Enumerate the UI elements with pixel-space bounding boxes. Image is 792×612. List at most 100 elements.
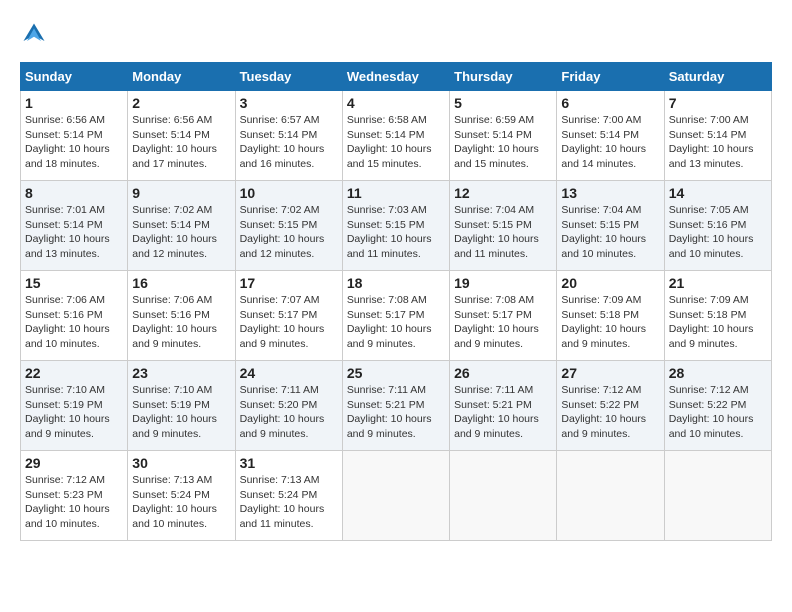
day-info: Sunrise: 7:07 AM Sunset: 5:17 PM Dayligh… (240, 293, 338, 352)
day-number: 31 (240, 455, 338, 471)
calendar-cell: 22 Sunrise: 7:10 AM Sunset: 5:19 PM Dayli… (21, 361, 128, 451)
day-number: 5 (454, 95, 552, 111)
day-number: 13 (561, 185, 659, 201)
week-row-1: 1 Sunrise: 6:56 AM Sunset: 5:14 PM Daylig… (21, 91, 772, 181)
day-info: Sunrise: 7:06 AM Sunset: 5:16 PM Dayligh… (25, 293, 123, 352)
header-friday: Friday (557, 63, 664, 91)
week-row-3: 15 Sunrise: 7:06 AM Sunset: 5:16 PM Dayli… (21, 271, 772, 361)
day-number: 1 (25, 95, 123, 111)
day-number: 4 (347, 95, 445, 111)
day-info: Sunrise: 7:09 AM Sunset: 5:18 PM Dayligh… (669, 293, 767, 352)
calendar-cell: 2 Sunrise: 6:56 AM Sunset: 5:14 PM Daylig… (128, 91, 235, 181)
day-number: 24 (240, 365, 338, 381)
day-number: 17 (240, 275, 338, 291)
day-info: Sunrise: 7:10 AM Sunset: 5:19 PM Dayligh… (132, 383, 230, 442)
day-number: 10 (240, 185, 338, 201)
calendar-cell: 5 Sunrise: 6:59 AM Sunset: 5:14 PM Daylig… (450, 91, 557, 181)
day-number: 2 (132, 95, 230, 111)
day-number: 29 (25, 455, 123, 471)
header-saturday: Saturday (664, 63, 771, 91)
calendar-cell: 21 Sunrise: 7:09 AM Sunset: 5:18 PM Dayli… (664, 271, 771, 361)
day-number: 14 (669, 185, 767, 201)
calendar-cell: 20 Sunrise: 7:09 AM Sunset: 5:18 PM Dayli… (557, 271, 664, 361)
calendar-cell: 18 Sunrise: 7:08 AM Sunset: 5:17 PM Dayli… (342, 271, 449, 361)
calendar-cell (664, 451, 771, 541)
calendar-cell: 16 Sunrise: 7:06 AM Sunset: 5:16 PM Dayli… (128, 271, 235, 361)
day-number: 15 (25, 275, 123, 291)
day-number: 16 (132, 275, 230, 291)
header-row: SundayMondayTuesdayWednesdayThursdayFrid… (21, 63, 772, 91)
calendar-cell: 26 Sunrise: 7:11 AM Sunset: 5:21 PM Dayli… (450, 361, 557, 451)
day-number: 3 (240, 95, 338, 111)
day-info: Sunrise: 7:11 AM Sunset: 5:21 PM Dayligh… (454, 383, 552, 442)
day-info: Sunrise: 7:08 AM Sunset: 5:17 PM Dayligh… (347, 293, 445, 352)
week-row-2: 8 Sunrise: 7:01 AM Sunset: 5:14 PM Daylig… (21, 181, 772, 271)
day-info: Sunrise: 7:09 AM Sunset: 5:18 PM Dayligh… (561, 293, 659, 352)
day-info: Sunrise: 7:11 AM Sunset: 5:21 PM Dayligh… (347, 383, 445, 442)
day-info: Sunrise: 7:10 AM Sunset: 5:19 PM Dayligh… (25, 383, 123, 442)
calendar-cell: 12Sunrise: 7:04 AM Sunset: 5:15 PM Dayli… (450, 181, 557, 271)
calendar-cell: 15 Sunrise: 7:06 AM Sunset: 5:16 PM Dayli… (21, 271, 128, 361)
day-number: 23 (132, 365, 230, 381)
calendar-cell: 10Sunrise: 7:02 AM Sunset: 5:15 PM Dayli… (235, 181, 342, 271)
day-number: 26 (454, 365, 552, 381)
day-number: 8 (25, 185, 123, 201)
calendar-cell: 24 Sunrise: 7:11 AM Sunset: 5:20 PM Dayli… (235, 361, 342, 451)
calendar-cell (450, 451, 557, 541)
day-number: 11 (347, 185, 445, 201)
calendar-cell: 11 Sunrise: 7:03 AM Sunset: 5:15 PM Dayli… (342, 181, 449, 271)
header-sunday: Sunday (21, 63, 128, 91)
day-number: 9 (132, 185, 230, 201)
day-info: Sunrise: 7:01 AM Sunset: 5:14 PM Dayligh… (25, 203, 123, 262)
header-wednesday: Wednesday (342, 63, 449, 91)
day-info: Sunrise: 6:56 AM Sunset: 5:14 PM Dayligh… (25, 113, 123, 172)
calendar-cell: 17 Sunrise: 7:07 AM Sunset: 5:17 PM Dayli… (235, 271, 342, 361)
calendar-cell: 29 Sunrise: 7:12 AM Sunset: 5:23 PM Dayli… (21, 451, 128, 541)
day-info: Sunrise: 7:11 AM Sunset: 5:20 PM Dayligh… (240, 383, 338, 442)
day-number: 28 (669, 365, 767, 381)
day-info: Sunrise: 7:02 AM Sunset: 5:14 PM Dayligh… (132, 203, 230, 262)
day-number: 21 (669, 275, 767, 291)
calendar-cell: 1 Sunrise: 6:56 AM Sunset: 5:14 PM Daylig… (21, 91, 128, 181)
day-info: Sunrise: 7:04 AM Sunset: 5:15 PM Dayligh… (454, 203, 552, 262)
day-number: 7 (669, 95, 767, 111)
day-number: 22 (25, 365, 123, 381)
day-info: Sunrise: 7:12 AM Sunset: 5:23 PM Dayligh… (25, 473, 123, 532)
day-number: 20 (561, 275, 659, 291)
day-info: Sunrise: 7:05 AM Sunset: 5:16 PM Dayligh… (669, 203, 767, 262)
calendar-cell: 31 Sunrise: 7:13 AM Sunset: 5:24 PM Dayli… (235, 451, 342, 541)
day-info: Sunrise: 6:58 AM Sunset: 5:14 PM Dayligh… (347, 113, 445, 172)
calendar-cell: 28Sunrise: 7:12 AM Sunset: 5:22 PM Dayli… (664, 361, 771, 451)
calendar-cell: 27Sunrise: 7:12 AM Sunset: 5:22 PM Dayli… (557, 361, 664, 451)
calendar-cell: 6 Sunrise: 7:00 AM Sunset: 5:14 PM Daylig… (557, 91, 664, 181)
day-info: Sunrise: 7:03 AM Sunset: 5:15 PM Dayligh… (347, 203, 445, 262)
calendar-cell: 4 Sunrise: 6:58 AM Sunset: 5:14 PM Daylig… (342, 91, 449, 181)
calendar-cell: 25 Sunrise: 7:11 AM Sunset: 5:21 PM Dayli… (342, 361, 449, 451)
calendar-cell (342, 451, 449, 541)
day-number: 18 (347, 275, 445, 291)
calendar-cell: 8 Sunrise: 7:01 AM Sunset: 5:14 PM Daylig… (21, 181, 128, 271)
logo-icon (20, 20, 48, 48)
day-info: Sunrise: 6:57 AM Sunset: 5:14 PM Dayligh… (240, 113, 338, 172)
header-thursday: Thursday (450, 63, 557, 91)
calendar-table: SundayMondayTuesdayWednesdayThursdayFrid… (20, 62, 772, 541)
calendar-cell: 13Sunrise: 7:04 AM Sunset: 5:15 PM Dayli… (557, 181, 664, 271)
day-number: 6 (561, 95, 659, 111)
day-number: 19 (454, 275, 552, 291)
day-info: Sunrise: 7:00 AM Sunset: 5:14 PM Dayligh… (561, 113, 659, 172)
week-row-5: 29 Sunrise: 7:12 AM Sunset: 5:23 PM Dayli… (21, 451, 772, 541)
calendar-cell: 9 Sunrise: 7:02 AM Sunset: 5:14 PM Daylig… (128, 181, 235, 271)
header-monday: Monday (128, 63, 235, 91)
day-info: Sunrise: 6:59 AM Sunset: 5:14 PM Dayligh… (454, 113, 552, 172)
day-info: Sunrise: 7:13 AM Sunset: 5:24 PM Dayligh… (240, 473, 338, 532)
day-info: Sunrise: 6:56 AM Sunset: 5:14 PM Dayligh… (132, 113, 230, 172)
day-info: Sunrise: 7:06 AM Sunset: 5:16 PM Dayligh… (132, 293, 230, 352)
calendar-cell: 14 Sunrise: 7:05 AM Sunset: 5:16 PM Dayli… (664, 181, 771, 271)
day-number: 25 (347, 365, 445, 381)
calendar-cell: 3 Sunrise: 6:57 AM Sunset: 5:14 PM Daylig… (235, 91, 342, 181)
calendar-cell (557, 451, 664, 541)
calendar-cell: 30Sunrise: 7:13 AM Sunset: 5:24 PM Dayli… (128, 451, 235, 541)
day-number: 27 (561, 365, 659, 381)
calendar-cell: 23 Sunrise: 7:10 AM Sunset: 5:19 PM Dayli… (128, 361, 235, 451)
logo (20, 20, 52, 48)
